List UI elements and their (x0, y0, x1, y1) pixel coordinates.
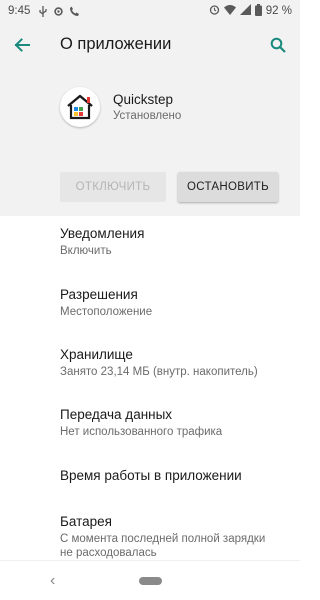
list-item-battery[interactable]: Батарея С момента последней полной заряд… (60, 514, 280, 560)
search-icon[interactable] (266, 33, 290, 57)
disable-button[interactable]: ОТКЛЮЧИТЬ (60, 172, 166, 202)
battery-icon (254, 3, 262, 19)
nav-home-pill[interactable] (139, 577, 162, 585)
action-buttons: ОТКЛЮЧИТЬ ОСТАНОВИТЬ (0, 146, 300, 216)
usb-icon (38, 5, 48, 17)
list-item-title: Разрешения (60, 287, 138, 302)
arrow-back-icon[interactable] (10, 33, 34, 57)
list-item-title: Время работы в приложении (60, 468, 242, 483)
signal-icon (239, 4, 251, 18)
home-launcher-icon (60, 87, 100, 127)
list-item-title: Батарея (60, 514, 112, 529)
list-item-title: Передача данных (60, 407, 173, 422)
list-item-screen-time[interactable]: Время работы в приложении (60, 468, 280, 483)
app-install-status: Установлено (113, 110, 182, 122)
app-name: Quickstep (113, 92, 174, 107)
list-item-permissions[interactable]: Разрешения Местоположение (60, 287, 280, 319)
app-header: Quickstep Установлено (0, 68, 300, 146)
navigation-bar: ‹ (0, 560, 300, 600)
app-bar: О приложении (0, 22, 300, 68)
list-item-subtitle: Местоположение (60, 306, 153, 318)
settings-icon (53, 6, 64, 17)
list-item-subtitle: Включить (60, 245, 112, 257)
wifi-icon (223, 4, 236, 18)
list-item-data-usage[interactable]: Передача данных Нет использованного траф… (60, 407, 280, 439)
nav-back-icon[interactable]: ‹ (50, 572, 55, 590)
alarm-icon (209, 4, 220, 18)
wifi-calling-icon (69, 6, 81, 17)
list-item-subtitle: Занято 23,14 МБ (внутр. накопитель) (60, 366, 258, 378)
list-item-storage[interactable]: Хранилище Занято 23,14 МБ (внутр. накопи… (60, 347, 280, 379)
list-item-title: Хранилище (60, 347, 133, 362)
list-item-notifications[interactable]: Уведомления Включить (60, 226, 280, 258)
list-item-subtitle: С момента последней полной зарядки не ра… (60, 533, 266, 559)
status-time: 9:45 (8, 5, 31, 17)
status-bar: 9:45 92 % (0, 0, 300, 22)
battery-percent: 92 % (265, 5, 292, 17)
list-item-title: Уведомления (60, 226, 145, 241)
page-title: О приложении (60, 35, 172, 53)
force-stop-button[interactable]: ОСТАНОВИТЬ (178, 172, 278, 202)
list-item-subtitle: Нет использованного трафика (60, 426, 223, 438)
